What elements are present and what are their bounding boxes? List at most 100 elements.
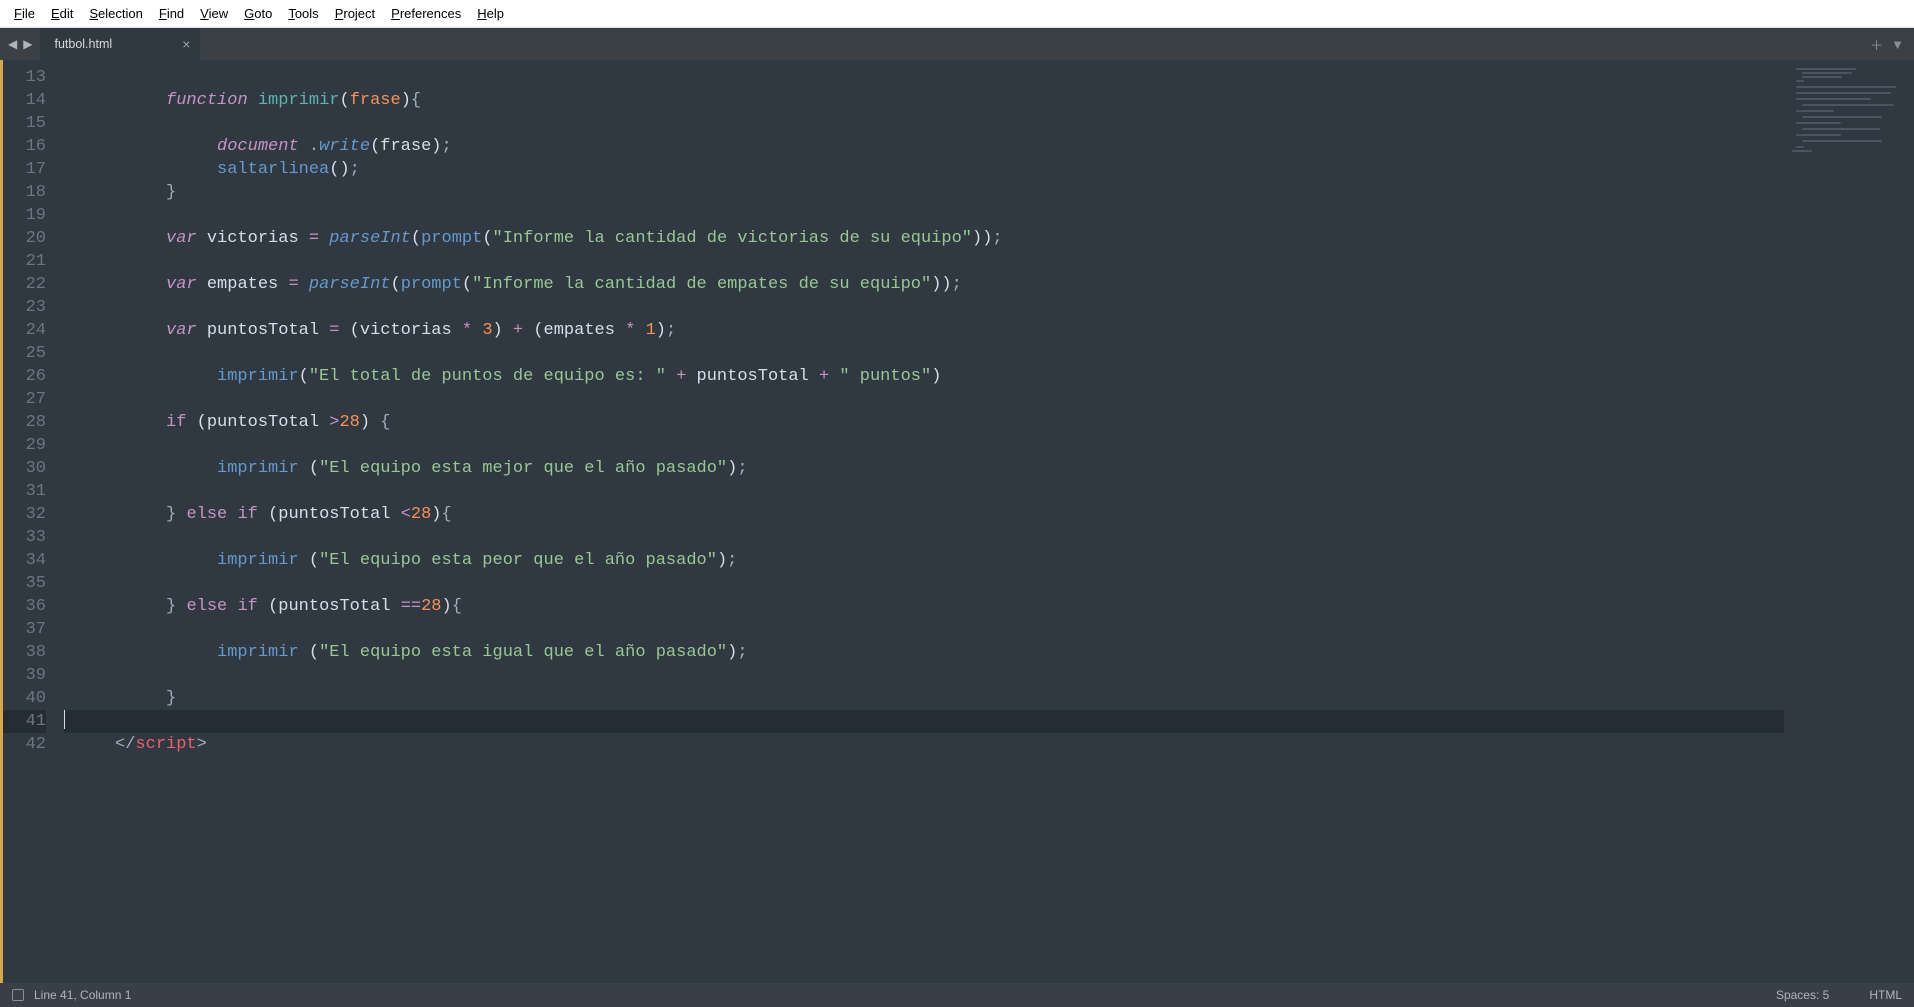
minimap-line [1796, 86, 1896, 88]
line-number: 34 [0, 549, 46, 572]
minimap-line [1796, 92, 1891, 94]
line-number: 30 [0, 457, 46, 480]
line-number: 25 [0, 342, 46, 365]
menu-project[interactable]: Project [327, 2, 383, 25]
minimap-line [1796, 134, 1841, 136]
code-line: imprimir ("El equipo esta peor que el añ… [64, 549, 1784, 572]
tab-actions: ＋ ▼ [1860, 28, 1914, 60]
code-line: var empates = parseInt(prompt("Informe l… [64, 273, 1784, 296]
code-line [64, 66, 1784, 89]
minimap-line [1796, 80, 1804, 82]
cursor-position[interactable]: Line 41, Column 1 [34, 988, 131, 1002]
tab-nav-forward-icon[interactable]: ▶ [23, 37, 32, 51]
code-line [64, 664, 1784, 687]
statusbar: Line 41, Column 1 Spaces: 5 HTML [0, 983, 1914, 1007]
line-number: 14 [0, 89, 46, 112]
line-number: 36 [0, 595, 46, 618]
minimap-line [1796, 146, 1804, 148]
line-number: 28 [0, 411, 46, 434]
line-number: 21 [0, 250, 46, 273]
code-line: saltarlinea(); [64, 158, 1784, 181]
line-number: 18 [0, 181, 46, 204]
code-line: imprimir ("El equipo esta mejor que el a… [64, 457, 1784, 480]
code-line: } [64, 181, 1784, 204]
code-line [64, 434, 1784, 457]
line-number: 29 [0, 434, 46, 457]
minimap-line [1796, 110, 1834, 112]
code-line [64, 572, 1784, 595]
code-line [64, 526, 1784, 549]
line-number: 41 [0, 710, 46, 733]
code-line: imprimir ("El equipo esta igual que el a… [64, 641, 1784, 664]
file-tab[interactable]: futbol.html × [40, 28, 200, 60]
line-number: 26 [0, 365, 46, 388]
syntax-setting[interactable]: HTML [1869, 988, 1902, 1002]
line-number: 37 [0, 618, 46, 641]
code-line [64, 618, 1784, 641]
panel-switcher-icon[interactable] [12, 989, 24, 1001]
indentation-setting[interactable]: Spaces: 5 [1776, 988, 1829, 1002]
line-number: 13 [0, 66, 46, 89]
line-number-gutter[interactable]: 1314151617181920212223242526272829303132… [0, 60, 56, 983]
code-line: document .write(frase); [64, 135, 1784, 158]
menu-preferences[interactable]: Preferences [383, 2, 469, 25]
line-number: 31 [0, 480, 46, 503]
code-line: } else if (puntosTotal ==28){ [64, 595, 1784, 618]
file-tab-title: futbol.html [54, 37, 112, 51]
line-number: 39 [0, 664, 46, 687]
minimap-line [1802, 116, 1882, 118]
code-line: if (puntosTotal >28) { [64, 411, 1784, 434]
line-number: 42 [0, 733, 46, 756]
menu-file[interactable]: File [6, 2, 43, 25]
tab-nav-back-icon[interactable]: ◀ [8, 37, 17, 51]
line-number: 32 [0, 503, 46, 526]
menu-view[interactable]: View [192, 2, 236, 25]
menu-selection[interactable]: Selection [81, 2, 150, 25]
code-line [64, 388, 1784, 411]
code-line [64, 296, 1784, 319]
line-number: 17 [0, 158, 46, 181]
tab-nav-arrows: ◀ ▶ [0, 28, 40, 60]
menu-tools[interactable]: Tools [280, 2, 326, 25]
code-line: } else if (puntosTotal <28){ [64, 503, 1784, 526]
code-line: var puntosTotal = (victorias * 3) + (emp… [64, 319, 1784, 342]
code-area[interactable]: function imprimir(frase){ document .writ… [56, 60, 1784, 983]
code-line [64, 250, 1784, 273]
tab-dropdown-icon[interactable]: ▼ [1891, 37, 1904, 52]
minimap-line [1796, 68, 1856, 70]
line-number: 19 [0, 204, 46, 227]
line-number: 15 [0, 112, 46, 135]
minimap-line [1802, 140, 1882, 142]
code-line [64, 342, 1784, 365]
line-number: 22 [0, 273, 46, 296]
line-number: 24 [0, 319, 46, 342]
code-line: imprimir("El total de puntos de equipo e… [64, 365, 1784, 388]
menu-find[interactable]: Find [151, 2, 192, 25]
menubar: FileEditSelectionFindViewGotoToolsProjec… [0, 0, 1914, 28]
modified-indicator [0, 60, 3, 983]
menu-goto[interactable]: Goto [236, 2, 280, 25]
line-number: 35 [0, 572, 46, 595]
minimap-line [1802, 72, 1852, 74]
close-icon[interactable]: × [182, 36, 190, 52]
line-number: 16 [0, 135, 46, 158]
editor: 1314151617181920212223242526272829303132… [0, 60, 1914, 983]
line-number: 40 [0, 687, 46, 710]
code-line [64, 710, 1784, 733]
code-line: } [64, 687, 1784, 710]
minimap-line [1792, 150, 1812, 152]
minimap-line [1802, 104, 1894, 106]
menu-help[interactable]: Help [469, 2, 512, 25]
minimap[interactable] [1784, 60, 1914, 983]
minimap-line [1796, 122, 1841, 124]
code-line [64, 112, 1784, 135]
code-line [64, 204, 1784, 227]
code-line [64, 480, 1784, 503]
code-line: var victorias = parseInt(prompt("Informe… [64, 227, 1784, 250]
line-number: 20 [0, 227, 46, 250]
menu-edit[interactable]: Edit [43, 2, 81, 25]
line-number: 33 [0, 526, 46, 549]
new-tab-icon[interactable]: ＋ [1870, 35, 1883, 54]
line-number: 23 [0, 296, 46, 319]
minimap-line [1802, 76, 1842, 78]
